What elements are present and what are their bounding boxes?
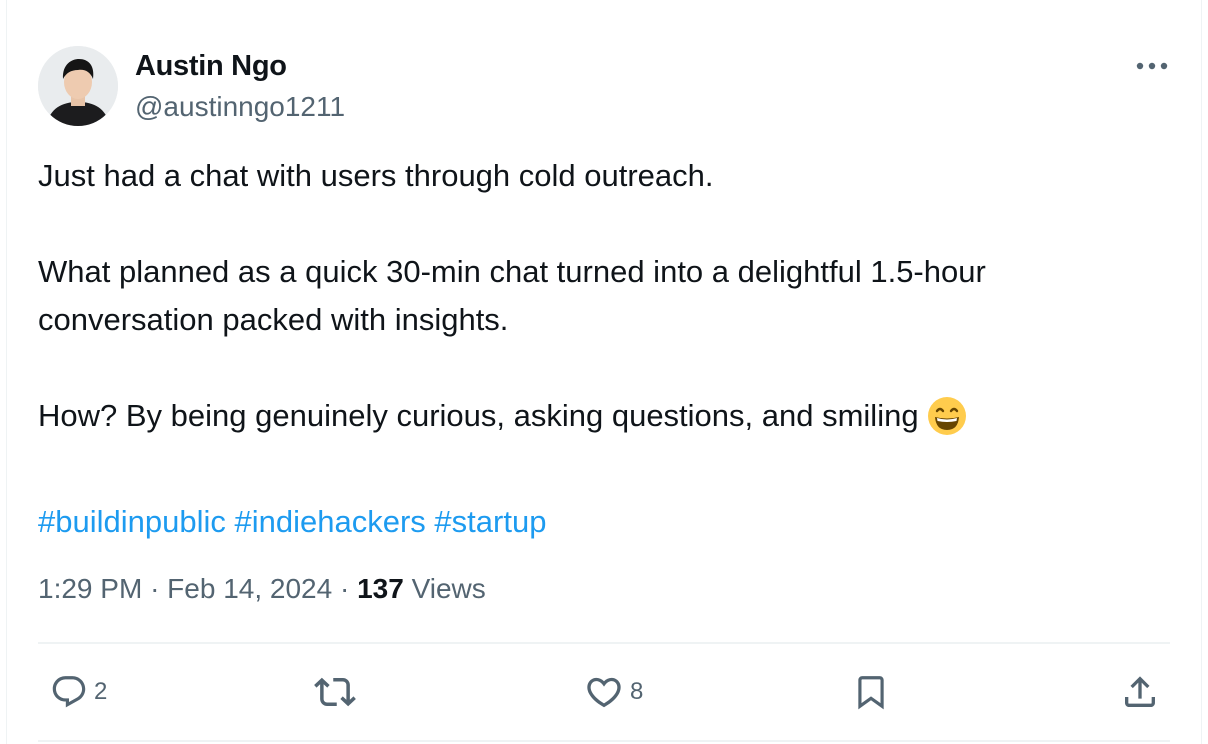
tweet-date[interactable]: Feb 14, 2024 — [167, 573, 332, 604]
tweet-text-line: How? By being genuinely curious, asking … — [38, 392, 1178, 450]
like-button[interactable]: 8 — [584, 660, 643, 724]
bookmark-icon — [858, 676, 884, 710]
share-button[interactable] — [1120, 660, 1160, 724]
divider — [38, 740, 1170, 742]
bookmark-button[interactable] — [852, 660, 890, 724]
meta-separator: · — [339, 573, 350, 604]
user-handle[interactable]: @austinngo1211 — [135, 89, 345, 125]
more-horizontal-icon — [1136, 62, 1168, 70]
tweet-text-segment: How? By being genuinely curious, asking … — [38, 398, 919, 433]
like-count: 8 — [630, 678, 644, 705]
tweet-text-line: conversation packed with insights. — [38, 302, 509, 337]
profile-photo — [38, 46, 118, 126]
tweet-text-line: Just had a chat with users through cold … — [38, 158, 714, 193]
share-icon — [1125, 676, 1155, 707]
tweet-time[interactable]: 1:29 PM — [38, 573, 142, 604]
more-options-button[interactable] — [1133, 52, 1171, 80]
avatar[interactable] — [38, 46, 118, 126]
tweet-text-line: What planned as a quick 30-min chat turn… — [38, 254, 986, 289]
retweet-button[interactable] — [314, 660, 362, 724]
hashtag-link[interactable]: #indiehackers — [235, 504, 426, 539]
meta-separator: · — [150, 573, 160, 604]
divider — [38, 642, 1170, 644]
views-count: 137 — [357, 573, 404, 604]
grinning-face-with-smiling-eyes-icon — [927, 396, 967, 450]
views-label: Views — [411, 573, 486, 604]
hashtag-link[interactable]: #buildinpublic — [38, 504, 226, 539]
hashtags: #buildinpublic #indiehackers #startup — [38, 498, 1178, 546]
reply-icon — [52, 676, 86, 708]
hashtag-link[interactable]: #startup — [434, 504, 546, 539]
action-bar: 2 8 — [0, 660, 1208, 724]
reply-count: 2 — [94, 678, 108, 705]
reply-button[interactable]: 2 — [50, 660, 107, 724]
tweet-text: Just had a chat with users through cold … — [38, 152, 1178, 546]
heart-icon — [587, 677, 621, 708]
retweet-icon — [314, 677, 356, 707]
display-name[interactable]: Austin Ngo — [135, 48, 287, 84]
tweet-meta: 1:29 PM · Feb 14, 2024 · 137 Views — [38, 569, 486, 609]
